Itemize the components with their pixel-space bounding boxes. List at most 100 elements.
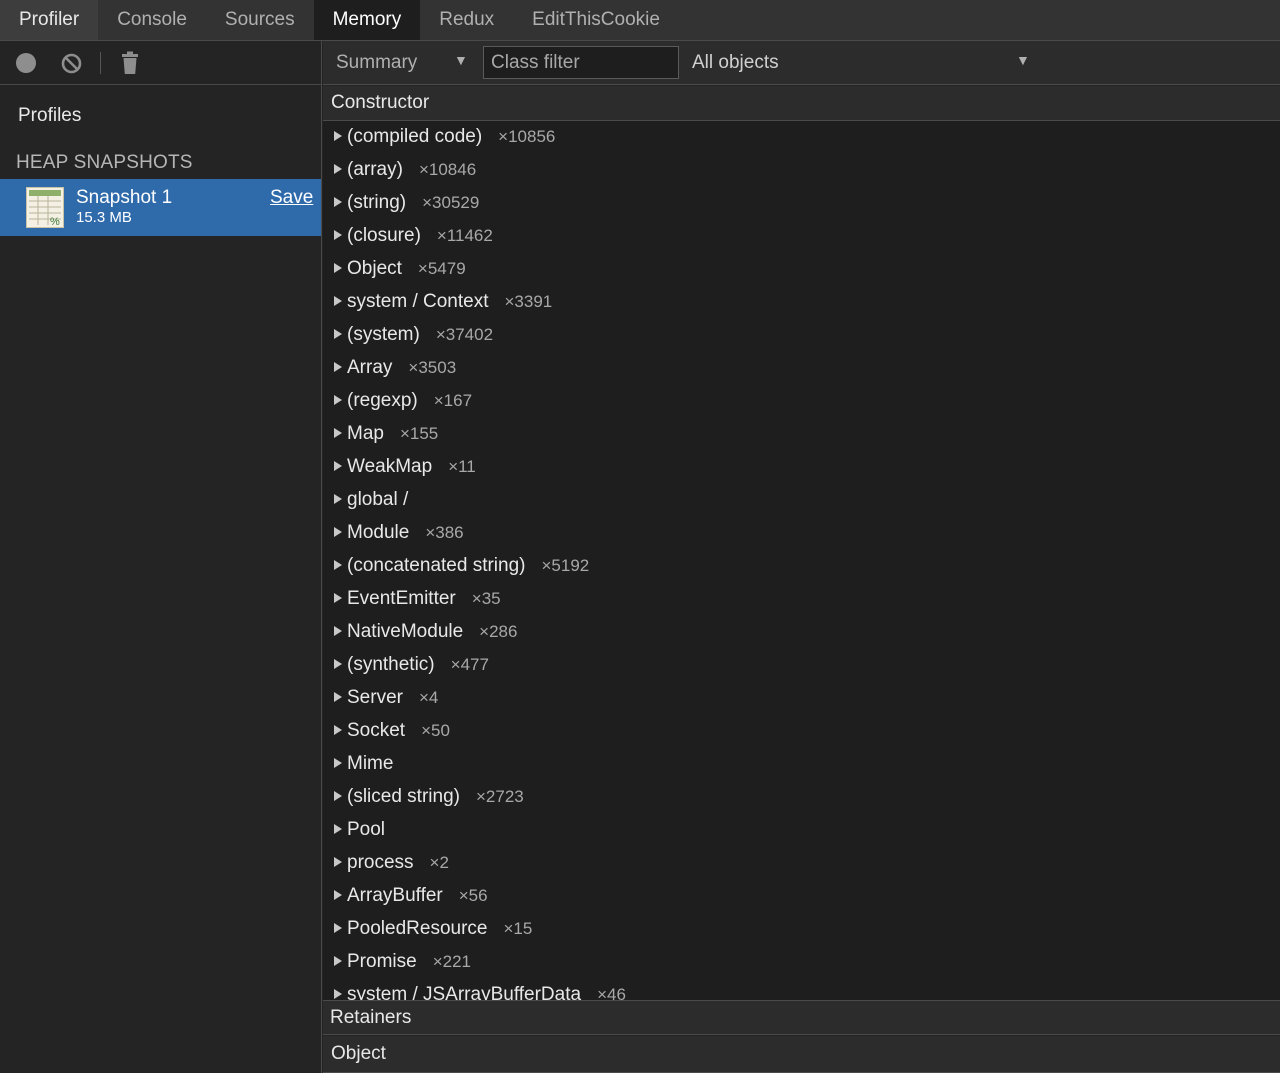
constructor-name: (array) ×10846 — [347, 159, 476, 181]
triangle-right-icon[interactable] — [334, 758, 342, 768]
triangle-right-icon[interactable] — [334, 956, 342, 966]
triangle-right-icon[interactable] — [334, 593, 342, 603]
triangle-right-icon[interactable] — [334, 626, 342, 636]
snapshot-item[interactable]: % Snapshot 1 15.3 MB Save — [0, 179, 321, 236]
table-row[interactable]: (array) ×10846 — [323, 154, 1280, 187]
triangle-right-icon[interactable] — [334, 296, 342, 306]
table-row[interactable]: Object ×5479 — [323, 253, 1280, 286]
table-row[interactable]: system / JSArrayBufferData ×46 — [323, 979, 1280, 1000]
tab-memory[interactable]: Memory — [313, 0, 421, 40]
constructor-name: (sliced string) ×2723 — [347, 786, 524, 808]
object-count: ×10846 — [418, 160, 477, 179]
triangle-right-icon[interactable] — [334, 131, 342, 141]
triangle-right-icon[interactable] — [334, 197, 342, 207]
tab-profiler[interactable]: Profiler — [0, 0, 99, 40]
triangle-right-icon[interactable] — [334, 989, 342, 999]
clear-icon[interactable] — [61, 53, 82, 74]
tab-console[interactable]: Console — [98, 0, 206, 40]
constructor-label: WeakMap — [347, 456, 433, 477]
class-filter-input[interactable] — [483, 46, 679, 79]
triangle-right-icon[interactable] — [334, 791, 342, 801]
object-column-header[interactable]: Object — [323, 1036, 1280, 1073]
table-row[interactable]: Socket ×50 — [323, 715, 1280, 748]
table-row[interactable]: (synthetic) ×477 — [323, 649, 1280, 682]
table-row[interactable]: Array ×3503 — [323, 352, 1280, 385]
heap-snapshot-view: Summary ▼ All objects ▼ Constructor (com… — [323, 41, 1280, 1073]
svg-text:%: % — [50, 216, 60, 228]
retainers-panel-header[interactable]: Retainers — [323, 1000, 1280, 1035]
object-count: ×2 — [429, 853, 449, 872]
heap-snapshot-icon: % — [26, 187, 64, 228]
triangle-right-icon[interactable] — [334, 164, 342, 174]
table-row[interactable]: Mime — [323, 748, 1280, 781]
constructor-label: Module — [347, 522, 410, 543]
constructor-name: Server ×4 — [347, 687, 438, 709]
triangle-right-icon[interactable] — [334, 395, 342, 405]
constructor-label: (system) — [347, 324, 420, 345]
tab-editthiscookie[interactable]: EditThisCookie — [513, 0, 679, 40]
constructor-name: (synthetic) ×477 — [347, 654, 489, 676]
toolbar-divider — [100, 52, 101, 74]
snapshot-filter-toolbar: Summary ▼ All objects ▼ — [323, 41, 1280, 85]
constructor-label: process — [347, 852, 414, 873]
triangle-right-icon[interactable] — [334, 461, 342, 471]
tab-redux[interactable]: Redux — [420, 0, 513, 40]
triangle-right-icon[interactable] — [334, 857, 342, 867]
triangle-right-icon[interactable] — [334, 692, 342, 702]
object-count: ×386 — [425, 523, 464, 542]
triangle-right-icon[interactable] — [334, 428, 342, 438]
triangle-right-icon[interactable] — [334, 725, 342, 735]
table-row[interactable]: Promise ×221 — [323, 946, 1280, 979]
profiles-heading: Profiles — [18, 105, 82, 126]
table-row[interactable]: ArrayBuffer ×56 — [323, 880, 1280, 913]
objects-filter-select[interactable]: All objects — [692, 52, 779, 74]
triangle-down-icon[interactable]: ▼ — [454, 52, 468, 68]
table-row[interactable]: (regexp) ×167 — [323, 385, 1280, 418]
retainers-title: Retainers — [330, 1007, 412, 1028]
object-count: ×2723 — [475, 787, 524, 806]
constructor-column-header[interactable]: Constructor — [323, 86, 1280, 121]
constructor-name: Mime — [347, 753, 393, 775]
table-row[interactable]: Module ×386 — [323, 517, 1280, 550]
constructor-label: Object — [347, 258, 402, 279]
triangle-right-icon[interactable] — [334, 824, 342, 834]
table-row[interactable]: (compiled code) ×10856 — [323, 121, 1280, 154]
triangle-right-icon[interactable] — [334, 362, 342, 372]
table-row[interactable]: PooledResource ×15 — [323, 913, 1280, 946]
object-count: ×56 — [458, 886, 488, 905]
triangle-right-icon[interactable] — [334, 527, 342, 537]
table-row[interactable]: WeakMap ×11 — [323, 451, 1280, 484]
constructor-name: (system) ×37402 — [347, 324, 493, 346]
table-row[interactable]: global / — [323, 484, 1280, 517]
table-row[interactable]: EventEmitter ×35 — [323, 583, 1280, 616]
table-row[interactable]: Pool — [323, 814, 1280, 847]
record-icon[interactable] — [16, 53, 36, 73]
tab-sources[interactable]: Sources — [206, 0, 314, 40]
perspective-select[interactable]: Summary — [336, 52, 417, 74]
constructor-label: (string) — [347, 192, 407, 213]
table-row[interactable]: (system) ×37402 — [323, 319, 1280, 352]
constructor-name: Pool — [347, 819, 385, 841]
trash-icon[interactable] — [121, 51, 139, 75]
triangle-right-icon[interactable] — [334, 230, 342, 240]
constructor-label: system / Context — [347, 291, 489, 312]
table-row[interactable]: (sliced string) ×2723 — [323, 781, 1280, 814]
table-row[interactable]: (concatenated string) ×5192 — [323, 550, 1280, 583]
triangle-right-icon[interactable] — [334, 263, 342, 273]
triangle-right-icon[interactable] — [334, 890, 342, 900]
table-row[interactable]: system / Context ×3391 — [323, 286, 1280, 319]
triangle-right-icon[interactable] — [334, 659, 342, 669]
triangle-right-icon[interactable] — [334, 560, 342, 570]
triangle-right-icon[interactable] — [334, 494, 342, 504]
triangle-right-icon[interactable] — [334, 923, 342, 933]
table-row[interactable]: process ×2 — [323, 847, 1280, 880]
table-row[interactable]: (closure) ×11462 — [323, 220, 1280, 253]
triangle-down-icon[interactable]: ▼ — [1016, 52, 1030, 68]
table-row[interactable]: (string) ×30529 — [323, 187, 1280, 220]
table-row[interactable]: Map ×155 — [323, 418, 1280, 451]
save-snapshot-link[interactable]: Save — [270, 187, 313, 209]
table-row[interactable]: NativeModule ×286 — [323, 616, 1280, 649]
constructor-name: Object ×5479 — [347, 258, 466, 280]
triangle-right-icon[interactable] — [334, 329, 342, 339]
table-row[interactable]: Server ×4 — [323, 682, 1280, 715]
